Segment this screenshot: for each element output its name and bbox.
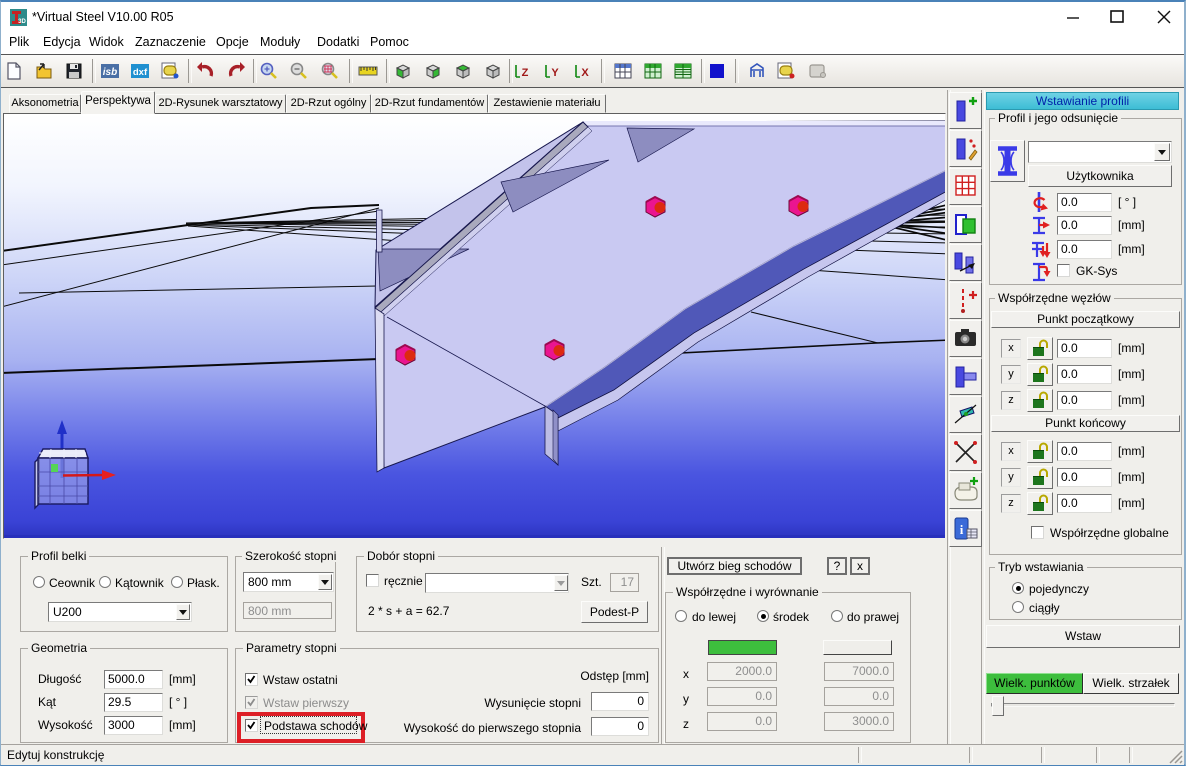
svg-text:Y: Y [551, 67, 559, 79]
svg-text:i: i [960, 522, 964, 537]
svg-text:X: X [581, 67, 589, 79]
svg-text:3D: 3D [18, 19, 26, 25]
svg-text:Z: Z [522, 67, 529, 79]
svg-text:dxf: dxf [133, 67, 148, 78]
svg-text:isb: isb [103, 67, 117, 78]
